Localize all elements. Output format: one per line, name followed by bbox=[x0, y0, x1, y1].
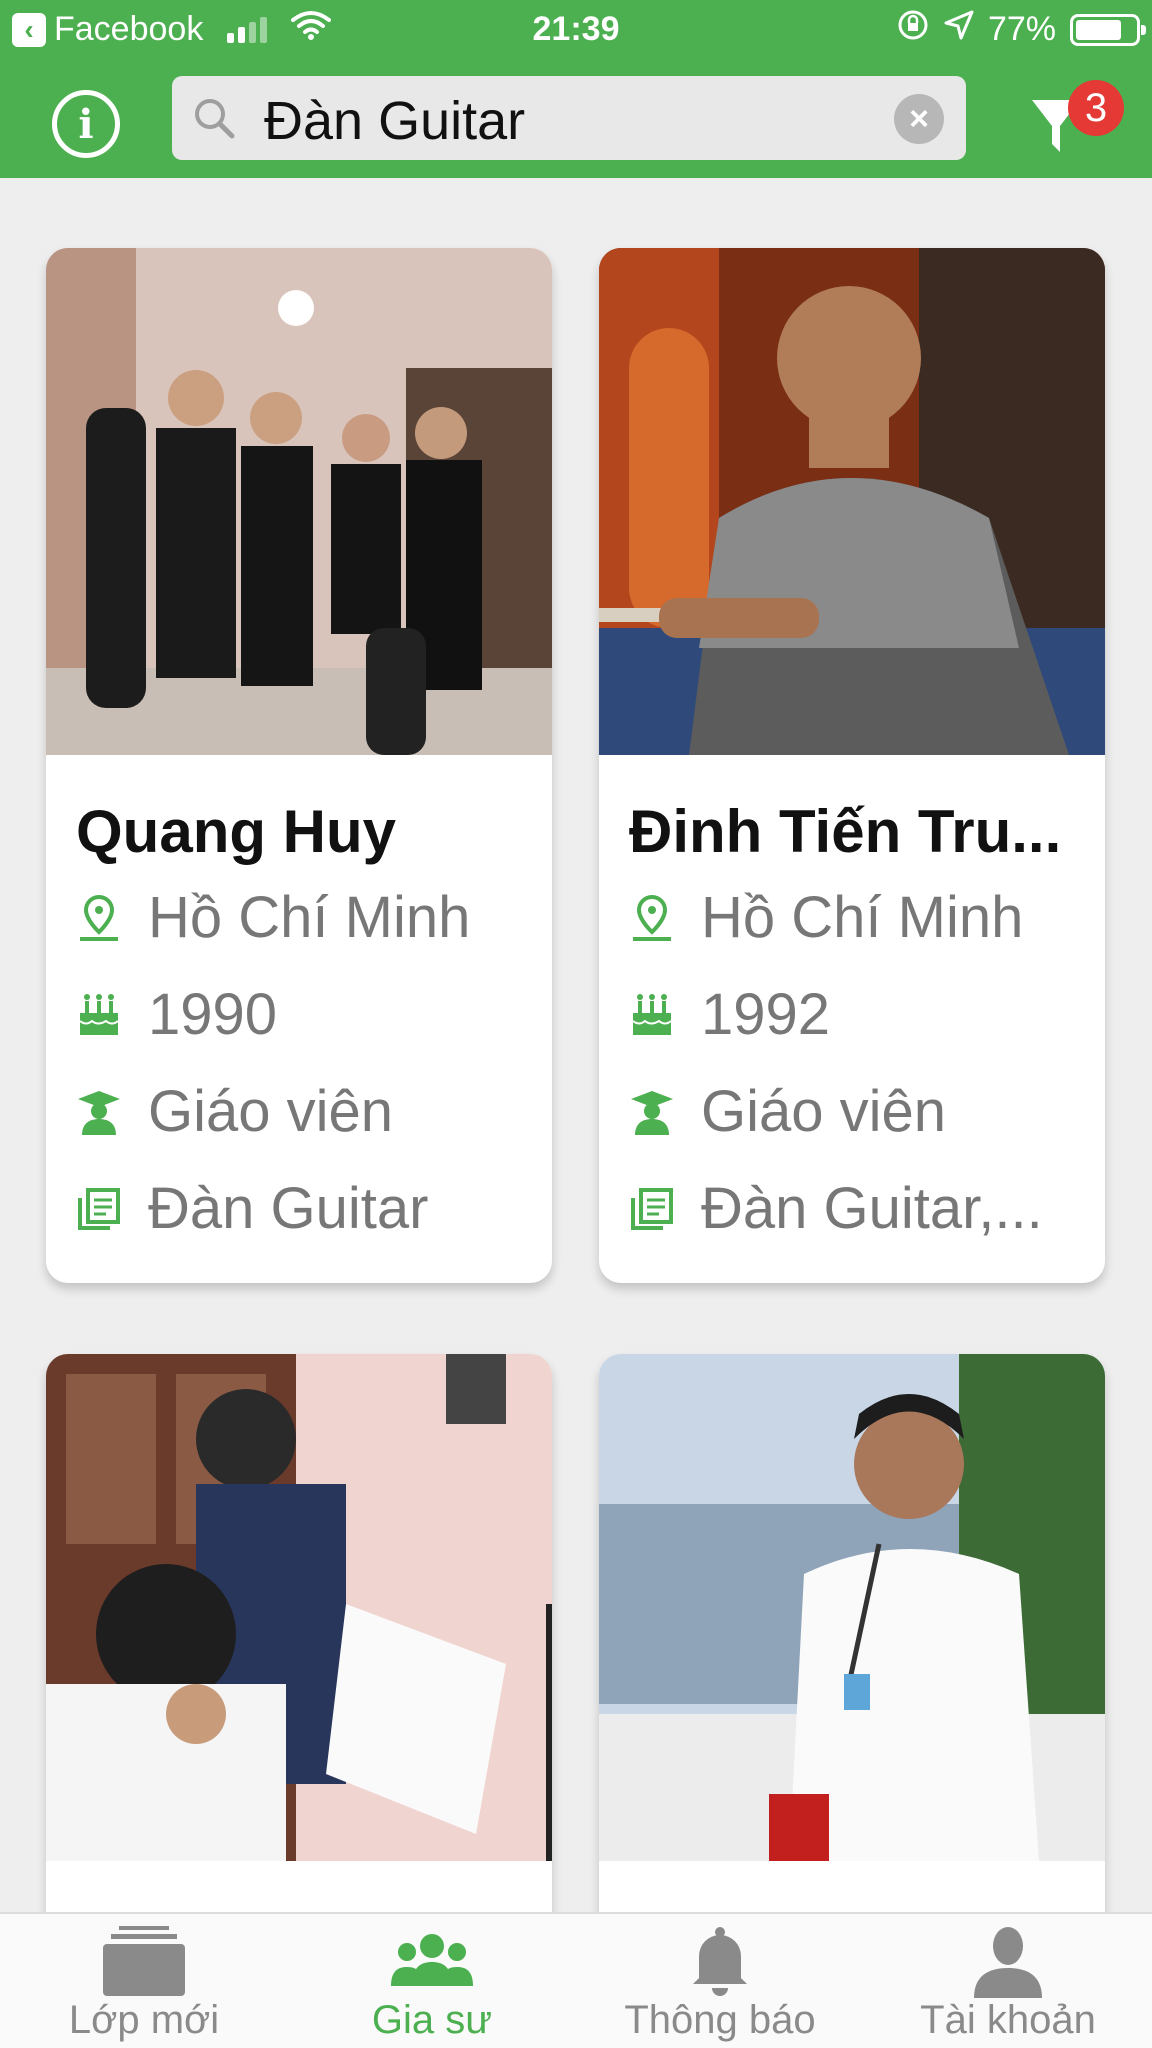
tutor-name bbox=[629, 1901, 1085, 1912]
location-pin-icon bbox=[629, 893, 689, 943]
book-icon bbox=[629, 1186, 689, 1232]
info-button[interactable]: i bbox=[52, 90, 120, 158]
tab-tai-khoan[interactable]: Tài khoản bbox=[864, 1914, 1152, 2048]
tutor-occupation: Giáo viên bbox=[148, 1079, 394, 1144]
tutor-occupation-row: Giáo viên bbox=[629, 1063, 1105, 1160]
tab-label: Lớp mới bbox=[68, 1998, 220, 2042]
tutor-subjects: Đàn Guitar bbox=[148, 1176, 429, 1241]
tab-label: Thông báo bbox=[624, 1998, 816, 2042]
book-icon bbox=[76, 1186, 136, 1232]
tutor-birth-year-row: 1992 bbox=[629, 966, 1105, 1063]
tutor-photo bbox=[599, 248, 1105, 755]
tab-gia-su[interactable]: Gia sư bbox=[288, 1914, 576, 2048]
tutor-birth-year: 1992 bbox=[701, 982, 831, 1047]
battery-icon bbox=[1070, 13, 1146, 46]
tutor-name: Quang Huy bbox=[76, 798, 397, 865]
tutor-location-row: Hồ Chí Minh bbox=[76, 869, 552, 966]
tutor-photo bbox=[46, 248, 552, 755]
search-input[interactable]: Đàn Guitar × bbox=[172, 76, 966, 160]
tutor-subjects: Đàn Guitar,... bbox=[701, 1176, 1043, 1241]
tutor-card[interactable] bbox=[46, 1354, 552, 1912]
tutor-name bbox=[76, 1901, 532, 1912]
top-toolbar: i Đàn Guitar × 3 bbox=[0, 72, 1152, 162]
tab-thong-bao[interactable]: Thông báo bbox=[576, 1914, 864, 2048]
location-pin-icon bbox=[76, 893, 136, 943]
graduate-icon bbox=[629, 1089, 689, 1135]
search-icon bbox=[190, 94, 238, 147]
graduate-icon bbox=[76, 1089, 136, 1135]
bell-icon bbox=[576, 1926, 864, 1998]
tutors-group-icon bbox=[288, 1926, 576, 1996]
tutor-location: Hồ Chí Minh bbox=[701, 885, 1024, 950]
tutor-subjects-row: Đàn Guitar,... bbox=[629, 1160, 1105, 1257]
tutor-name: Đinh Tiến Tru... bbox=[629, 798, 1062, 865]
filter-button[interactable]: 3 bbox=[1028, 80, 1124, 162]
tab-label: Tài khoản bbox=[920, 1998, 1096, 2042]
info-icon: i bbox=[78, 100, 94, 148]
tutor-birth-year-row: 1990 bbox=[76, 966, 552, 1063]
rotation-lock-icon bbox=[896, 8, 930, 51]
tutor-birth-year: 1990 bbox=[148, 982, 278, 1047]
tutor-grid: Quang Huy Hồ Chí Minh 1990 Giáo viên Đàn… bbox=[0, 178, 1152, 1912]
battery-percent: 77% bbox=[987, 10, 1056, 48]
tutor-card[interactable]: Đinh Tiến Tru... Hồ Chí Minh 1992 Giáo v… bbox=[599, 248, 1105, 1283]
clear-search-button[interactable]: × bbox=[894, 94, 944, 144]
tutor-occupation: Giáo viên bbox=[701, 1079, 947, 1144]
user-icon bbox=[864, 1926, 1152, 1998]
filter-count-badge: 3 bbox=[1068, 80, 1124, 136]
status-bar: ‹ Facebook 21:39 77% bbox=[0, 0, 1152, 58]
app-header: ‹ Facebook 21:39 77% i Đàn Guitar × 3 bbox=[0, 0, 1152, 178]
tutor-card[interactable] bbox=[599, 1354, 1105, 1912]
tutor-location-row: Hồ Chí Minh bbox=[629, 869, 1105, 966]
close-icon: × bbox=[909, 99, 929, 138]
tutor-location: Hồ Chí Minh bbox=[148, 885, 471, 950]
tutor-subjects-row: Đàn Guitar bbox=[76, 1160, 552, 1257]
birthday-cake-icon bbox=[629, 993, 689, 1037]
tab-label: Gia sư bbox=[371, 1998, 493, 2042]
location-arrow-icon bbox=[944, 10, 974, 49]
class-box-icon bbox=[0, 1926, 288, 1996]
tab-lop-moi[interactable]: Lớp mới bbox=[0, 1914, 288, 2048]
tutor-photo bbox=[46, 1354, 552, 1861]
birthday-cake-icon bbox=[76, 993, 136, 1037]
tutor-occupation-row: Giáo viên bbox=[76, 1063, 552, 1160]
bottom-tab-bar: Lớp mới Gia sư Thông báo Tài khoản bbox=[0, 1912, 1152, 2048]
tutor-card[interactable]: Quang Huy Hồ Chí Minh 1990 Giáo viên Đàn… bbox=[46, 248, 552, 1283]
tutor-photo bbox=[599, 1354, 1105, 1861]
search-query: Đàn Guitar bbox=[264, 91, 526, 151]
